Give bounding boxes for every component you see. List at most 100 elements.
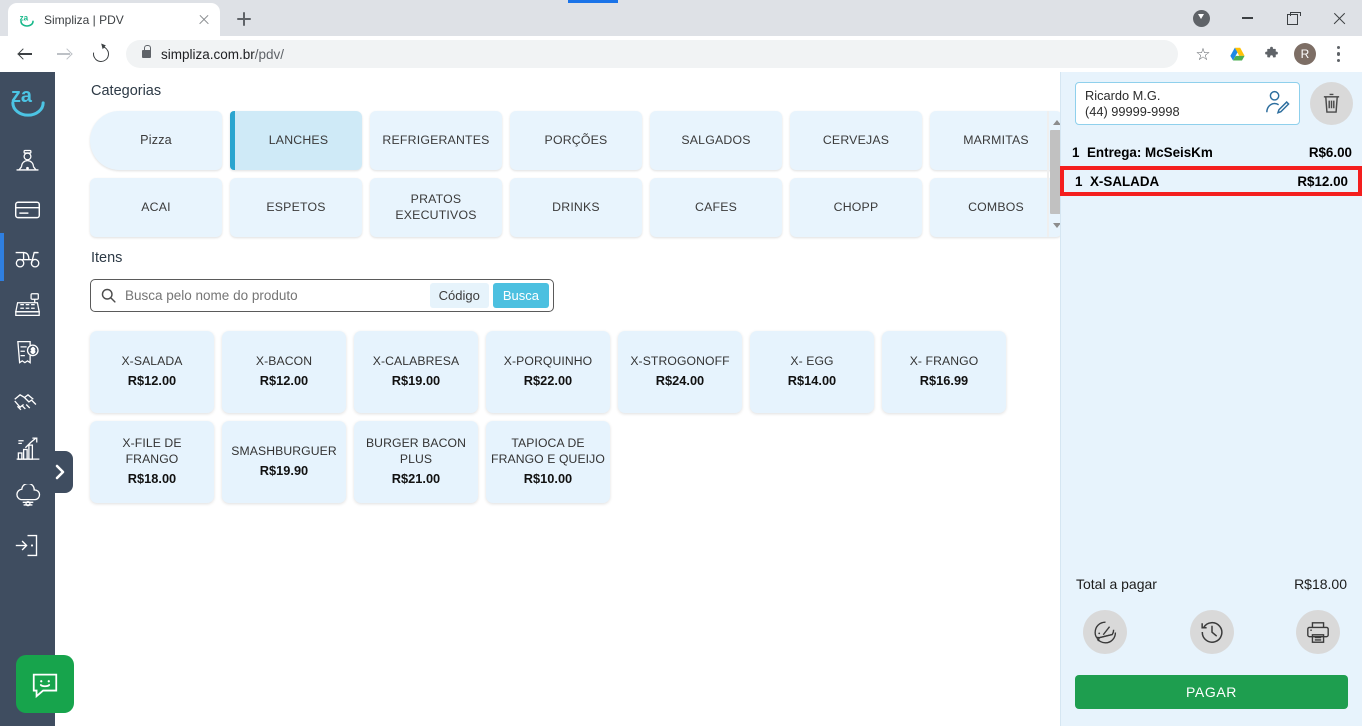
sidebar-logo[interactable]: za — [9, 82, 47, 123]
itens-tab[interactable]: Itens — [90, 250, 126, 270]
categorias-tab[interactable]: Categorias — [90, 83, 165, 103]
card-icon — [14, 201, 41, 218]
delivery-helmet-button[interactable] — [1083, 610, 1127, 654]
customer-name: Ricardo M.G. — [1085, 87, 1161, 103]
printer-icon — [1307, 621, 1329, 643]
category-tile[interactable]: REFRIGERANTES — [370, 111, 502, 170]
order-line-qty: 1 — [1075, 173, 1083, 189]
cloud-settings-icon — [15, 484, 40, 507]
category-tile[interactable]: CHOPP — [790, 178, 922, 237]
reload-icon — [89, 42, 113, 66]
category-tile[interactable]: COMBOS — [930, 178, 1062, 237]
restore-icon — [1287, 12, 1301, 25]
maximize-button[interactable] — [1270, 0, 1316, 36]
category-tile[interactable]: CAFES — [650, 178, 782, 237]
categories-scrollbar[interactable] — [1047, 111, 1061, 237]
product-price: R$12.00 — [127, 373, 177, 389]
sidebar-item-atendimento[interactable] — [0, 137, 55, 185]
close-icon[interactable] — [196, 12, 212, 28]
order-line[interactable]: 1 Entrega: McSeisKm R$6.00 — [1061, 139, 1362, 166]
category-tile[interactable]: Pizza — [90, 111, 222, 170]
growth-chart-icon — [16, 436, 39, 460]
sidebar-item-caixa[interactable] — [0, 281, 55, 329]
clear-order-button[interactable] — [1310, 82, 1353, 125]
profile-button[interactable]: R — [1291, 40, 1319, 68]
category-tile[interactable]: CERVEJAS — [790, 111, 922, 170]
product-tile[interactable]: X-BACON R$12.00 — [222, 331, 346, 413]
tab-drag-indicator — [568, 0, 618, 3]
sidebar-item-cartao[interactable] — [0, 185, 55, 233]
extensions-button[interactable] — [1257, 40, 1285, 68]
category-label: PRATOS EXECUTIVOS — [395, 192, 477, 222]
product-tile[interactable]: X- FRANGO R$16.99 — [882, 331, 1006, 413]
categorias-label: Categorias — [91, 83, 162, 99]
app-body: za $ Categorias Pizza LANCHES REFRIGERAN… — [0, 72, 1362, 726]
product-tile[interactable]: X-CALABRESA R$19.00 — [354, 331, 478, 413]
reload-button[interactable] — [86, 39, 116, 69]
product-tile[interactable]: TAPIOCA DE FRANGO E QUEIJO R$10.00 — [486, 421, 610, 503]
download-button[interactable] — [1178, 0, 1224, 36]
categories-section: Pizza LANCHES REFRIGERANTES PORÇÕES SALGADOS… — [90, 111, 1062, 237]
search-input[interactable] — [117, 288, 430, 303]
category-tile[interactable]: PORÇÕES — [510, 111, 642, 170]
pay-button[interactable]: PAGAR — [1075, 675, 1348, 709]
cash-register-icon — [15, 292, 40, 316]
close-window-button[interactable] — [1316, 0, 1362, 36]
total-row: Total a pagar R$18.00 — [1061, 576, 1362, 592]
chrome-menu-button[interactable] — [1325, 40, 1353, 68]
main-content: Categorias Pizza LANCHES REFRIGERANTES PORÇ… — [55, 72, 1062, 726]
category-tile[interactable]: MARMITAS — [930, 111, 1062, 170]
category-tile[interactable]: LANCHES — [230, 111, 362, 170]
product-tile[interactable]: X-PORQUINHO R$22.00 — [486, 331, 610, 413]
back-button[interactable] — [10, 39, 40, 69]
busca-button[interactable]: Busca — [492, 283, 549, 308]
order-line-name: X-SALADA — [1090, 173, 1160, 189]
person-edit-icon — [1266, 90, 1290, 114]
product-search-bar[interactable]: Código Busca — [90, 279, 554, 312]
product-name: X-BACON — [255, 354, 313, 369]
order-line-name: Entrega: McSeisKm — [1087, 145, 1213, 160]
order-line-price: R$6.00 — [1308, 145, 1352, 160]
new-tab-button[interactable] — [230, 5, 258, 33]
product-tile[interactable]: BURGER BACON PLUS R$21.00 — [354, 421, 478, 503]
order-line[interactable]: 1 X-SALADA R$12.00 — [1060, 166, 1362, 196]
product-tile[interactable]: X-FILE DE FRANGO R$18.00 — [90, 421, 214, 503]
sidebar-item-financeiro[interactable]: $ — [0, 329, 55, 377]
sidebar-item-sair[interactable] — [0, 521, 55, 569]
product-tile[interactable]: X- EGG R$14.00 — [750, 331, 874, 413]
print-button[interactable] — [1296, 610, 1340, 654]
za-logo-icon: za — [19, 12, 35, 28]
tab-title: Simpliza | PDV — [44, 12, 124, 27]
category-tile[interactable]: PRATOS EXECUTIVOS — [370, 178, 502, 237]
panel-spacer — [1061, 196, 1362, 576]
codigo-button[interactable]: Código — [429, 283, 489, 308]
product-tile[interactable]: X-SALADA R$12.00 — [90, 331, 214, 413]
order-lines: 1 Entrega: McSeisKm R$6.00 1 X-SALADA R$12.00 — [1060, 139, 1362, 196]
category-tile[interactable]: SALGADOS — [650, 111, 782, 170]
minimize-button[interactable] — [1224, 0, 1270, 36]
customer-card[interactable]: Ricardo M.G. (44) 99999-9998 — [1075, 82, 1300, 125]
helmet-icon — [1093, 620, 1116, 644]
lock-icon — [142, 45, 152, 58]
category-label: ESPETOS — [266, 199, 326, 214]
google-drive-button[interactable] — [1223, 40, 1251, 68]
close-window-icon — [1333, 12, 1346, 25]
product-name: X- FRANGO — [909, 354, 979, 369]
delivery-scooter-icon — [15, 251, 39, 268]
total-value: R$18.00 — [1294, 576, 1347, 592]
sidebar-item-delivery[interactable] — [0, 233, 55, 281]
category-tile[interactable]: ESPETOS — [230, 178, 362, 237]
category-tile[interactable]: DRINKS — [510, 178, 642, 237]
product-tile[interactable]: X-STROGONOFF R$24.00 — [618, 331, 742, 413]
product-price: R$14.00 — [787, 373, 837, 389]
order-history-button[interactable] — [1189, 610, 1234, 654]
product-price: R$18.00 — [127, 471, 177, 487]
product-tile[interactable]: SMASHBURGUER R$19.90 — [222, 421, 346, 503]
category-label: Pizza — [140, 132, 172, 147]
category-tile[interactable]: ACAI — [90, 178, 222, 237]
address-bar[interactable]: simpliza.com.br/pdv/ — [126, 40, 1178, 68]
forward-button[interactable] — [48, 39, 78, 69]
sidebar-item-parcerias[interactable] — [0, 377, 55, 425]
bookmark-button[interactable]: ☆ — [1189, 40, 1217, 68]
browser-tab[interactable]: za Simpliza | PDV — [8, 3, 220, 36]
